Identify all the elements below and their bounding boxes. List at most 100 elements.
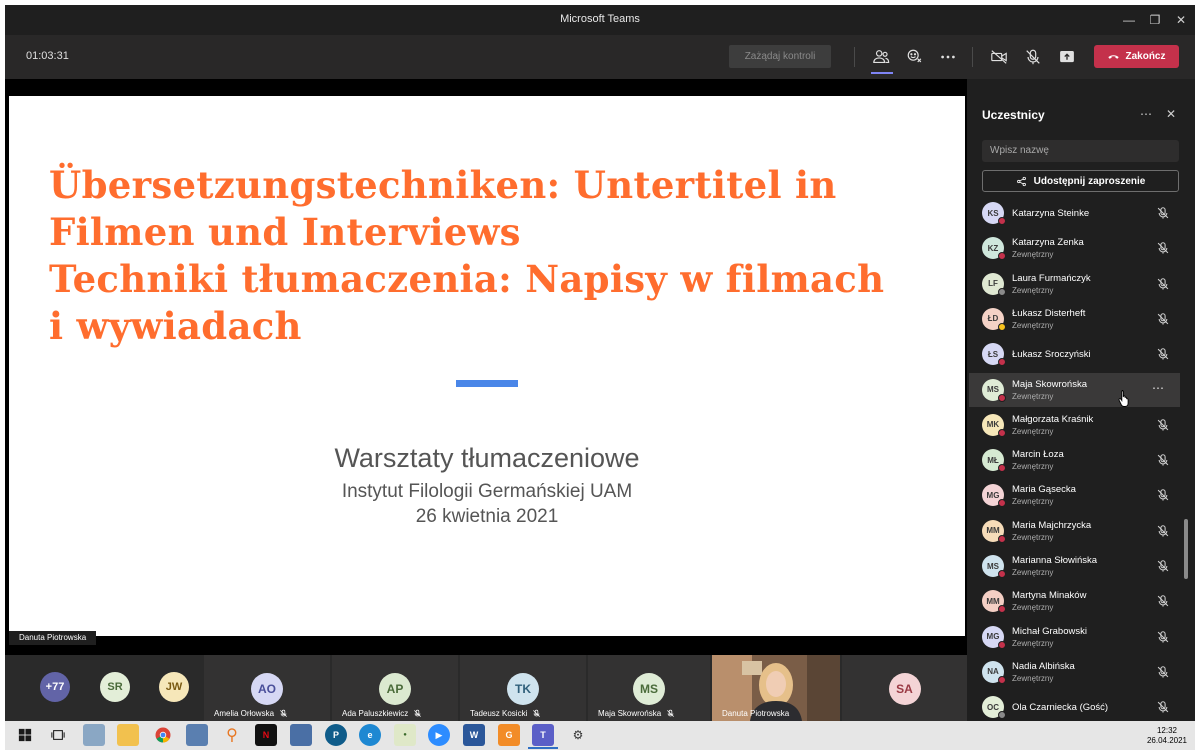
avatar[interactable]: SR — [100, 672, 130, 702]
shared-content-stage: Übersetzungstechniken: Untertitel in Fil… — [5, 79, 967, 655]
avatar[interactable]: JW — [159, 672, 189, 702]
participant-external-label: Zewnętrzny — [1012, 603, 1054, 613]
participant-tile[interactable]: TK Tadeusz Kosicki — [460, 655, 586, 721]
netflix-icon[interactable]: N — [255, 724, 277, 746]
participant-tile[interactable]: AO Amelia Orłowska — [204, 655, 330, 721]
camera-off-icon[interactable] — [987, 45, 1011, 69]
participant-tile[interactable]: MS Maja Skowrońska — [588, 655, 710, 721]
participant-row[interactable]: LF Laura Furmańczyk Zewnętrzny — [969, 267, 1180, 301]
participant-row[interactable]: OC Ola Czarniecka (Gość) — [969, 690, 1180, 721]
mic-off-icon[interactable] — [1021, 45, 1045, 69]
restore-icon[interactable]: ❐ — [1143, 9, 1167, 31]
mic-off-icon — [1156, 594, 1170, 608]
mic-off-icon — [1156, 241, 1170, 255]
participant-search-input[interactable]: Wpisz nazwę — [982, 140, 1179, 162]
slide-title-line: Filmen und Interviews — [49, 210, 521, 254]
teams-icon[interactable]: T — [532, 724, 554, 746]
teams-window: Microsoft Teams — ❐ ✕ 01:03:31 Zażądaj k… — [5, 5, 1195, 750]
participant-row[interactable]: MS Maja Skowrońska Zewnętrzny ⋯ — [969, 372, 1180, 407]
participant-row[interactable]: MŁ Marcin Łoza Zewnętrzny — [969, 443, 1180, 477]
windows-start-icon[interactable] — [14, 724, 36, 746]
participant-name: Nadia Albińska — [1012, 660, 1075, 672]
p-app-icon[interactable]: P — [325, 724, 347, 746]
mic-off-icon — [533, 709, 541, 717]
participant-more-icon[interactable]: ⋯ — [1152, 381, 1164, 395]
participant-external-label: Zewnętrzny — [1012, 497, 1054, 507]
participant-row[interactable]: NA Nadia Albińska Zewnętrzny — [969, 655, 1180, 689]
request-control-button[interactable]: Zażądaj kontroli — [729, 45, 831, 68]
slide-institute: Instytut Filologii Germańskiej UAM — [341, 481, 633, 502]
avatar: SA — [888, 673, 921, 705]
participant-row[interactable]: KS Katarzyna Steinke — [969, 196, 1180, 230]
participant-list-scrollbar[interactable] — [1184, 519, 1188, 579]
word-icon[interactable]: W — [463, 724, 485, 746]
meeting-toolbar: 01:03:31 Zażądaj kontroli Zakończ — [5, 35, 1195, 79]
participant-name: Maria Gąsecka — [1012, 484, 1076, 496]
participant-name: Marcin Łoza — [1012, 449, 1064, 461]
toolbar-divider — [972, 47, 973, 67]
minimize-icon[interactable]: — — [1117, 9, 1141, 31]
end-call-button[interactable]: Zakończ — [1094, 45, 1179, 68]
participant-tile[interactable]: AP Ada Paluszkiewicz — [332, 655, 458, 721]
participant-name: Ola Czarniecka (Gość) — [1012, 702, 1109, 714]
window-title: Microsoft Teams — [560, 13, 640, 25]
participant-row[interactable]: MG Maria Gąsecka Zewnętrzny — [969, 478, 1180, 512]
orange-app-icon[interactable]: G — [498, 724, 520, 746]
task-view-icon[interactable] — [47, 724, 69, 746]
participant-name: Maria Majchrzycka — [1012, 519, 1092, 531]
participant-row[interactable]: MK Małgorzata Kraśnik Zewnętrzny — [969, 408, 1180, 442]
slide-title: Übersetzungstechniken: Untertitel in Fil… — [49, 162, 949, 350]
participant-row[interactable]: KZ Katarzyna Zenka Zewnętrzny — [969, 231, 1180, 265]
participants-icon[interactable] — [869, 45, 893, 69]
notepad-app-icon[interactable] — [83, 724, 105, 746]
reactions-icon[interactable] — [903, 45, 927, 69]
gear-app-icon[interactable]: ⚙ — [567, 724, 589, 746]
system-clock[interactable]: 12:32 26.04.2021 — [1142, 726, 1192, 746]
zoom-icon[interactable]: ▶ — [428, 724, 450, 746]
participant-name: Katarzyna Zenka — [1012, 237, 1084, 249]
mic-off-icon — [667, 709, 675, 717]
participant-name: Marianna Słowińska — [1012, 555, 1098, 566]
participant-tile[interactable]: SA — [842, 655, 967, 721]
presence-status-icon — [998, 570, 1006, 578]
chrome-icon[interactable] — [152, 724, 174, 746]
clock-date: 26.04.2021 — [1146, 736, 1188, 745]
participant-external-label: Zewnętrzny — [1012, 462, 1054, 472]
presenter-video-tile[interactable]: Danuta Piotrowska — [712, 655, 840, 721]
slide-accent-bar — [456, 380, 518, 387]
panel-close-icon[interactable]: ✕ — [1163, 106, 1179, 122]
presence-status-icon — [998, 640, 1006, 649]
participant-row[interactable]: ŁS Łukasz Sroczyński — [969, 337, 1180, 371]
participant-row[interactable]: MG Michał Grabowski Zewnętrzny — [969, 620, 1180, 654]
avatar: AO — [251, 673, 283, 705]
participant-external-label: Zewnętrzny — [1012, 568, 1054, 577]
participant-row[interactable]: MS Marianna Słowińska Zewnętrzny — [969, 549, 1180, 583]
mic-off-icon — [280, 709, 287, 717]
overflow-participants-button[interactable]: +77 — [40, 672, 70, 702]
panel-more-icon[interactable]: ⋯ — [1138, 106, 1154, 122]
hand-cursor-icon — [1118, 390, 1129, 407]
more-actions-icon[interactable] — [936, 45, 960, 69]
mic-off-icon — [1156, 418, 1170, 432]
edge-icon[interactable]: e — [359, 724, 381, 746]
slide-title-line: i wywiadach — [49, 304, 302, 348]
participant-row[interactable]: ŁD Łukasz Disterheft Zewnętrzny — [969, 302, 1180, 336]
network-app-icon[interactable] — [290, 724, 312, 746]
file-explorer-icon[interactable] — [117, 724, 139, 746]
presence-status-icon — [998, 252, 1006, 261]
close-window-icon[interactable]: ✕ — [1169, 9, 1193, 31]
search-app-icon[interactable]: ⚲ — [221, 724, 243, 746]
presence-status-icon — [998, 711, 1006, 720]
share-invite-button[interactable]: Udostępnij zaproszenie — [982, 170, 1179, 192]
participant-row[interactable]: MM Maria Majchrzycka Zewnętrzny — [969, 514, 1180, 548]
app-icon[interactable]: ● — [394, 724, 416, 746]
remote-desktop-icon[interactable] — [186, 724, 208, 746]
participant-external-label: Zewnętrzny — [1012, 426, 1054, 436]
mic-off-icon — [1156, 524, 1170, 538]
presence-status-icon — [998, 428, 1006, 437]
participant-row[interactable]: MM Martyna Minaków Zewnętrzny — [969, 584, 1180, 618]
share-screen-icon[interactable] — [1055, 45, 1079, 69]
mic-off-icon — [1156, 206, 1170, 220]
mic-off-icon — [414, 709, 422, 717]
slide-title-line: Techniki tłumaczenia: Napisy w filmach — [49, 257, 885, 301]
